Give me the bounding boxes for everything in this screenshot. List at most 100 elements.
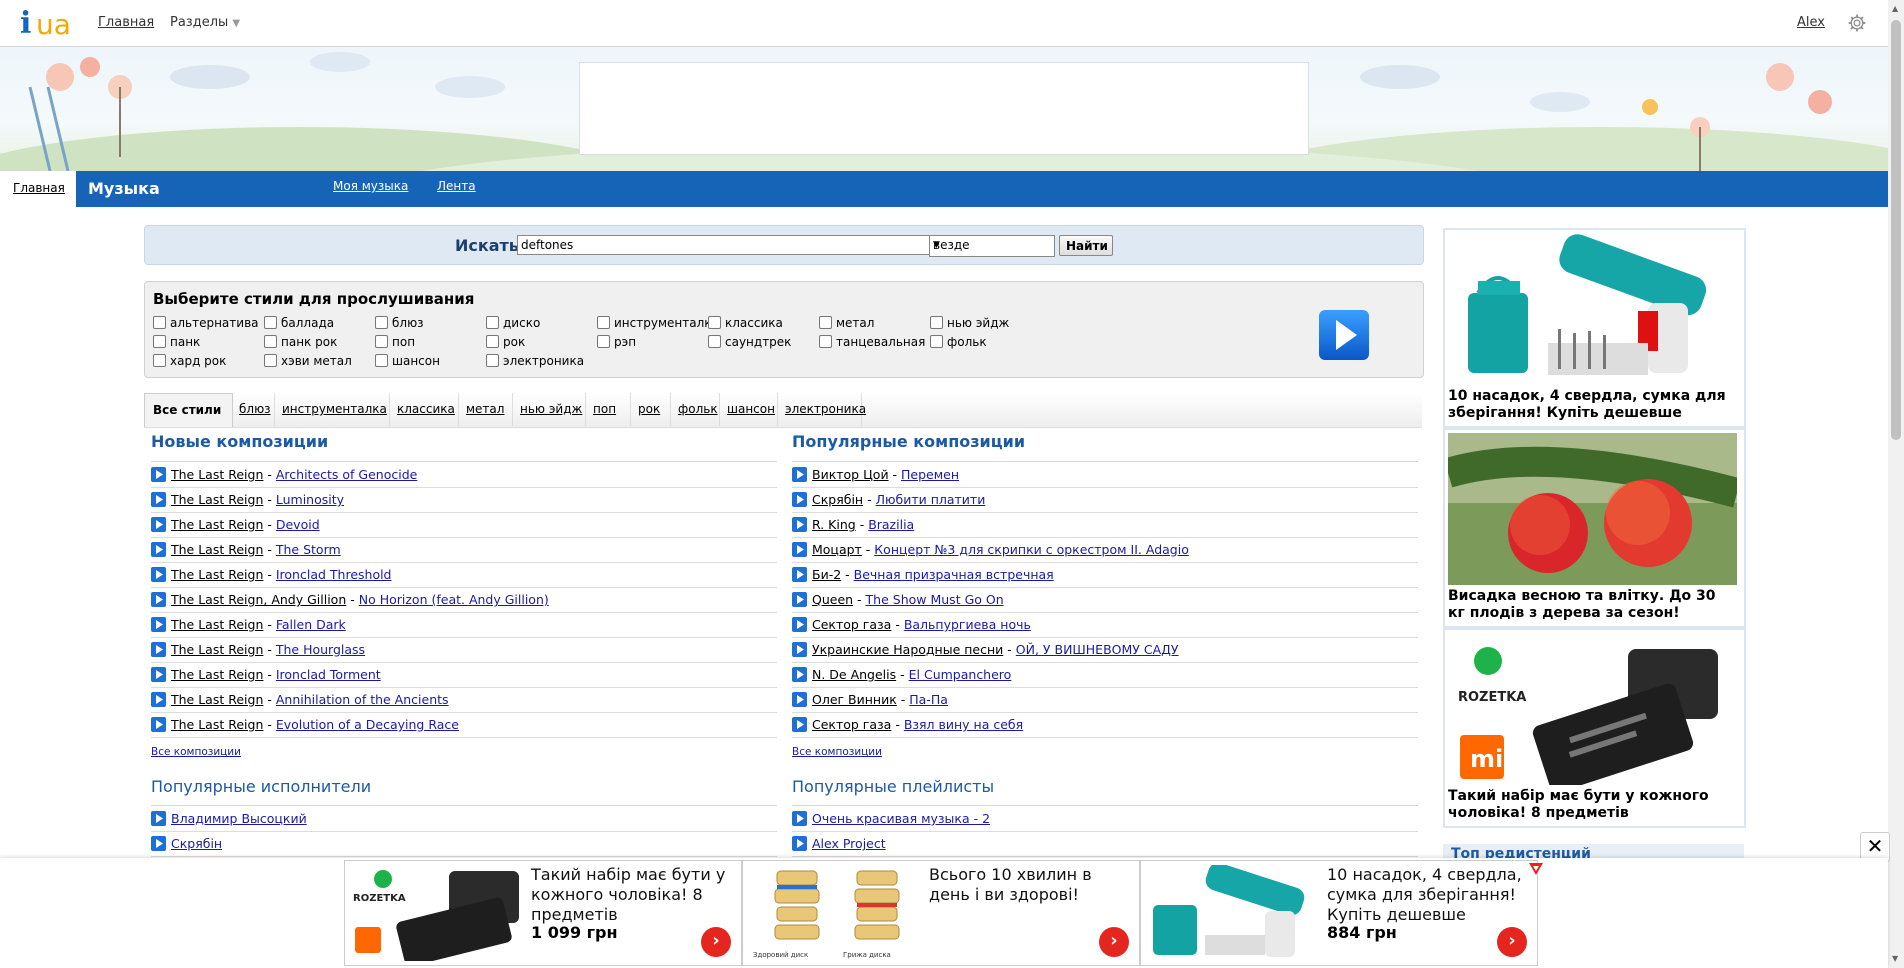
checkbox-box[interactable] <box>708 335 721 348</box>
artist-link[interactable]: The Last Reign <box>171 492 263 507</box>
song-link[interactable]: Luminosity <box>276 492 344 507</box>
checkbox-box[interactable] <box>597 335 610 348</box>
artist-link[interactable]: The Last Reign, Andy Gillion <box>171 592 346 607</box>
style-checkbox[interactable]: хард рок <box>153 354 226 368</box>
scroll-down-icon[interactable]: ▼ <box>1892 954 1898 963</box>
artist-link[interactable]: The Last Reign <box>171 692 263 707</box>
bottom-ad-3[interactable]: 10 насадок, 4 свердла, сумка для зберіга… <box>1140 860 1538 966</box>
play-icon[interactable] <box>151 642 166 657</box>
style-checkbox[interactable]: танцевальная <box>819 335 925 349</box>
filter-tab[interactable]: инструменталка <box>274 393 390 426</box>
play-icon[interactable] <box>792 717 807 732</box>
tab-my-music[interactable]: Моя музыка <box>333 179 408 193</box>
style-checkbox[interactable]: инструменталка <box>597 316 719 330</box>
song-link[interactable]: Ironclad Threshold <box>276 567 392 582</box>
song-link[interactable]: Концерт №3 для скрипки с оркестром II. A… <box>874 542 1189 557</box>
artist-link[interactable]: Сектор газа <box>812 617 891 632</box>
filter-tab[interactable]: нью эйдж <box>512 393 586 426</box>
style-checkbox[interactable]: метал <box>819 316 874 330</box>
style-checkbox[interactable]: саундтрек <box>708 335 791 349</box>
filter-tab[interactable]: фольк <box>670 393 720 426</box>
style-checkbox[interactable]: шансон <box>375 354 440 368</box>
artist-link[interactable]: N. De Angelis <box>812 667 896 682</box>
song-link[interactable]: Architects of Genocide <box>276 467 417 482</box>
style-checkbox[interactable]: диско <box>486 316 540 330</box>
play-icon[interactable] <box>792 642 807 657</box>
artist-link[interactable]: Виктор Цой <box>812 467 889 482</box>
checkbox-box[interactable] <box>153 354 166 367</box>
list-item-link[interactable]: Скрябін <box>171 836 222 851</box>
checkbox-box[interactable] <box>708 316 721 329</box>
artist-link[interactable]: The Last Reign <box>171 567 263 582</box>
list-item-link[interactable]: Alex Project <box>812 836 886 851</box>
sidebar-ad-2[interactable]: Висадка весною та влітку. До 30 кг плоді… <box>1443 428 1746 628</box>
artist-link[interactable]: The Last Reign <box>171 517 263 532</box>
arrow-right-icon[interactable]: › <box>701 927 731 957</box>
list-item-link[interactable]: Очень красивая музыка - 2 <box>812 811 990 826</box>
sidebar-ad-1[interactable]: 10 насадок, 4 свердла, сумка для зберіга… <box>1443 228 1746 428</box>
tab-feed[interactable]: Лента <box>437 179 476 193</box>
play-icon[interactable] <box>151 617 166 632</box>
scroll-up-icon[interactable]: ▲ <box>1892 4 1898 13</box>
style-checkbox[interactable]: нью эйдж <box>930 316 1009 330</box>
play-icon[interactable] <box>151 667 166 682</box>
list-item-link[interactable]: Владимир Высоцкий <box>171 811 307 826</box>
bottom-ad-2[interactable]: Здоровий диск Грижа диска Всього 10 хвил… <box>742 860 1140 966</box>
play-icon[interactable] <box>151 717 166 732</box>
artist-link[interactable]: The Last Reign <box>171 717 263 732</box>
play-icon[interactable] <box>151 692 166 707</box>
checkbox-box[interactable] <box>375 354 388 367</box>
song-link[interactable]: Devoid <box>276 517 320 532</box>
song-link[interactable]: Вальпургиева ночь <box>904 617 1031 632</box>
artist-link[interactable]: The Last Reign <box>171 617 263 632</box>
song-link[interactable]: Перемен <box>901 467 959 482</box>
play-icon[interactable] <box>792 492 807 507</box>
song-link[interactable]: Ironclad Torment <box>276 667 381 682</box>
arrow-right-icon[interactable]: › <box>1099 927 1129 957</box>
checkbox-box[interactable] <box>819 335 832 348</box>
style-checkbox[interactable]: панк рок <box>264 335 337 349</box>
play-icon[interactable] <box>792 811 807 826</box>
filter-tab[interactable]: метал <box>458 393 513 426</box>
filter-tab[interactable]: поп <box>585 393 631 426</box>
style-checkbox[interactable]: фольк <box>930 335 987 349</box>
arrow-right-icon[interactable]: › <box>1497 927 1527 957</box>
artist-link[interactable]: The Last Reign <box>171 542 263 557</box>
song-link[interactable]: ОЙ, У ВИШНЕВОМУ САДУ <box>1016 642 1179 657</box>
song-link[interactable]: Evolution of a Decaying Race <box>276 717 459 732</box>
checkbox-box[interactable] <box>930 335 943 348</box>
style-checkbox[interactable]: панк <box>153 335 200 349</box>
checkbox-box[interactable] <box>930 316 943 329</box>
filter-tab[interactable]: блюз <box>231 393 275 426</box>
song-link[interactable]: Brazilia <box>868 517 914 532</box>
artist-link[interactable]: Олег Винник <box>812 692 897 707</box>
bottom-ad-1[interactable]: ROZETKA Такий набір має бути у кожного ч… <box>344 860 742 966</box>
play-icon[interactable] <box>151 467 166 482</box>
artist-link[interactable]: The Last Reign <box>171 667 263 682</box>
style-checkbox[interactable]: классика <box>708 316 783 330</box>
play-icon[interactable] <box>151 811 166 826</box>
style-checkbox[interactable]: блюз <box>375 316 424 330</box>
style-checkbox[interactable]: хэви метал <box>264 354 352 368</box>
filter-tab[interactable]: классика <box>389 393 459 426</box>
style-checkbox[interactable]: альтернатива <box>153 316 259 330</box>
artist-link[interactable]: R. King <box>812 517 856 532</box>
search-button[interactable]: Найти <box>1059 235 1113 256</box>
checkbox-box[interactable] <box>264 316 277 329</box>
checkbox-box[interactable] <box>486 354 499 367</box>
all-popular-tracks-link[interactable]: Все композиции <box>792 746 882 758</box>
filter-tab[interactable]: рок <box>630 393 671 426</box>
style-checkbox[interactable]: поп <box>375 335 415 349</box>
all-new-tracks-link[interactable]: Все композиции <box>151 746 241 758</box>
artist-link[interactable]: Queen <box>812 592 853 607</box>
scrollbar-thumb[interactable] <box>1891 20 1901 440</box>
play-icon[interactable] <box>151 567 166 582</box>
filter-tab[interactable]: Все стили <box>144 393 233 427</box>
play-icon[interactable] <box>151 542 166 557</box>
song-link[interactable]: Па-Па <box>909 692 948 707</box>
checkbox-box[interactable] <box>375 335 388 348</box>
site-logo[interactable]: i ua <box>20 6 76 41</box>
checkbox-box[interactable] <box>486 335 499 348</box>
checkbox-box[interactable] <box>486 316 499 329</box>
checkbox-box[interactable] <box>597 316 610 329</box>
